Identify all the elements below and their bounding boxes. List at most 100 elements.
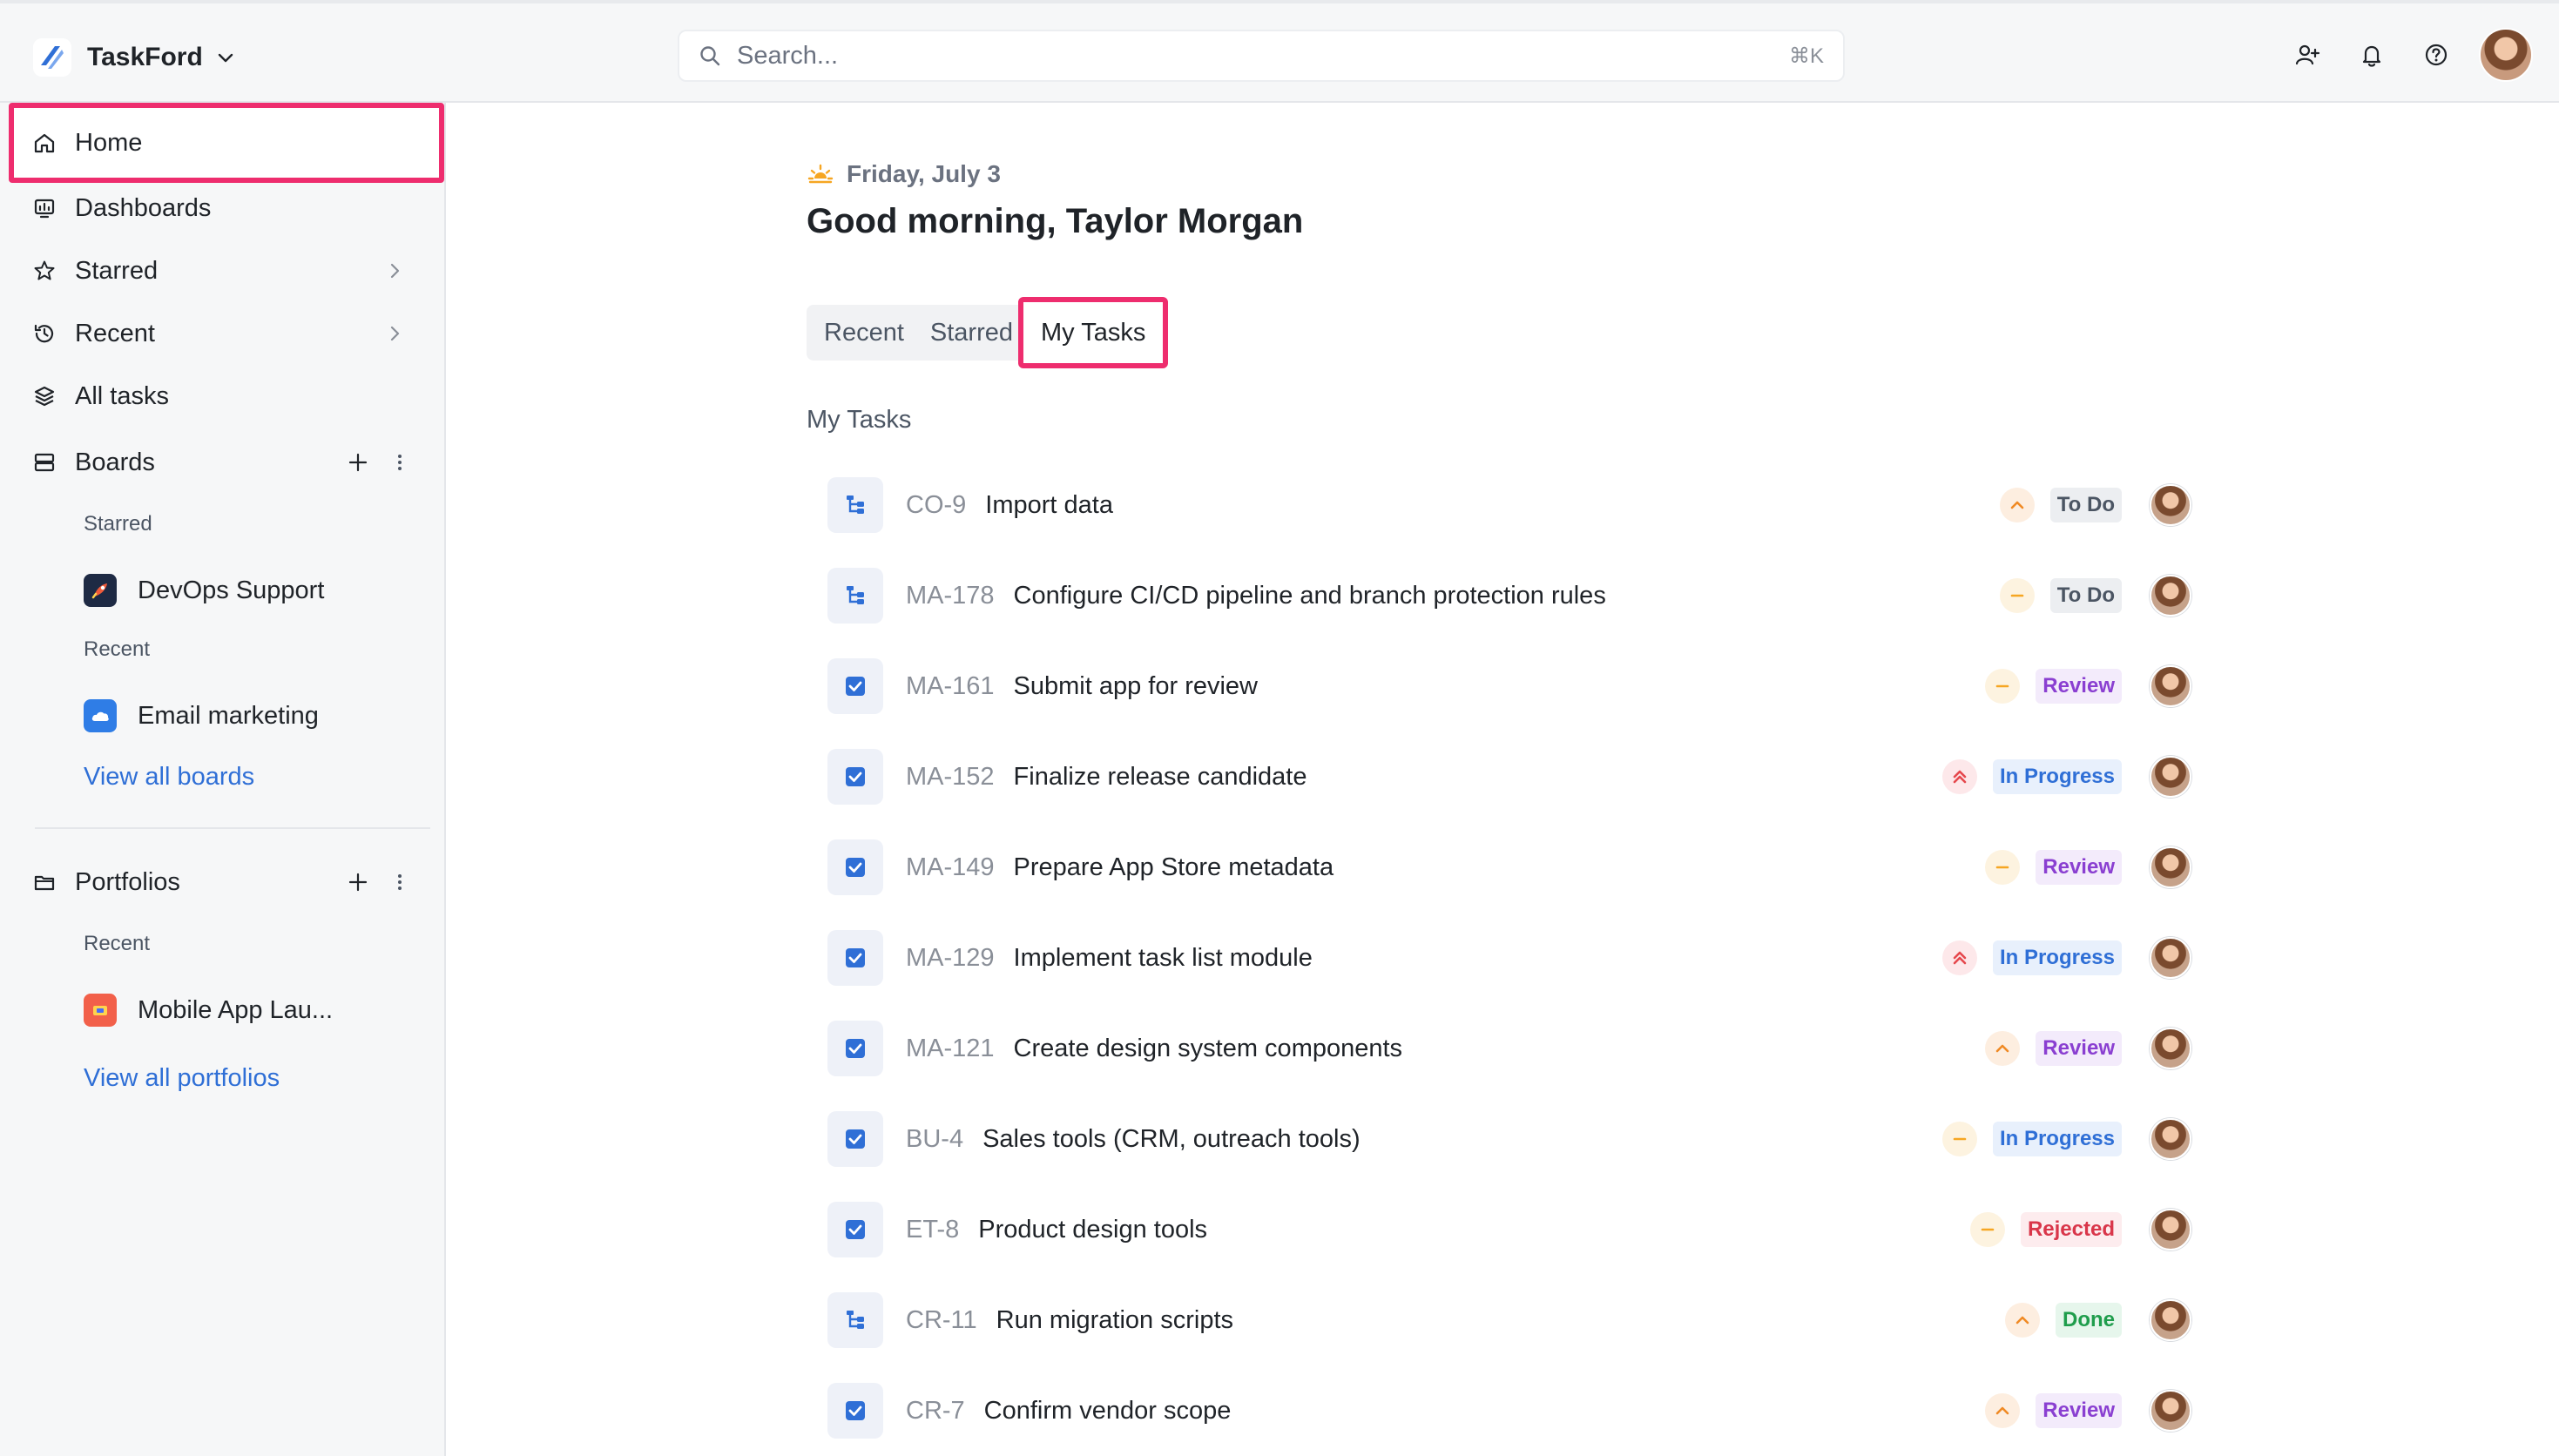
- bell-icon[interactable]: [2350, 33, 2394, 77]
- sidebar-item-home[interactable]: Home: [9, 103, 444, 183]
- assignee-avatar[interactable]: [2150, 575, 2191, 617]
- sidebar-divider: [35, 827, 430, 829]
- status-badge[interactable]: Review: [2036, 1393, 2122, 1428]
- current-date: Friday, July 3: [847, 160, 1001, 187]
- task-title[interactable]: Import data: [985, 491, 1113, 520]
- history-icon: [30, 319, 59, 348]
- task-row[interactable]: MA-129 Implement task list module In Progr…: [807, 923, 2191, 993]
- home-icon: [30, 128, 59, 158]
- sidebar-item-starred[interactable]: Starred: [12, 242, 439, 300]
- board-item-email-marketing[interactable]: Email marketing: [84, 694, 319, 738]
- task-key[interactable]: MA-121: [906, 1035, 995, 1063]
- task-title[interactable]: Create design system components: [1014, 1035, 1403, 1063]
- assignee-avatar[interactable]: [2150, 846, 2191, 888]
- task-meta: Review: [1985, 651, 2122, 721]
- date-row: Friday, July 3: [807, 157, 1001, 192]
- assignee-avatar[interactable]: [2150, 665, 2191, 707]
- task-key[interactable]: CR-7: [906, 1397, 965, 1426]
- task-title[interactable]: Run migration scripts: [996, 1306, 1233, 1335]
- task-key[interactable]: MA-178: [906, 582, 995, 610]
- tab-recent[interactable]: Recent: [824, 319, 904, 347]
- plus-icon[interactable]: [347, 871, 369, 893]
- subtask-icon: [827, 1292, 883, 1348]
- task-row[interactable]: MA-152 Finalize release candidate In Progr…: [807, 742, 2191, 812]
- search-input[interactable]: [737, 41, 1789, 71]
- status-badge[interactable]: Review: [2036, 850, 2122, 885]
- priority-highest-icon: [1941, 940, 1977, 975]
- status-badge[interactable]: In Progress: [1992, 940, 2122, 975]
- tab-starred[interactable]: Starred: [930, 319, 1013, 347]
- task-title[interactable]: Submit app for review: [1014, 672, 1258, 701]
- task-key[interactable]: CR-11: [906, 1306, 977, 1335]
- taskford-logo-icon: [33, 38, 71, 77]
- status-badge[interactable]: Review: [2036, 669, 2122, 704]
- task-title[interactable]: Sales tools (CRM, outreach tools): [982, 1125, 1361, 1154]
- task-key[interactable]: MA-149: [906, 853, 995, 882]
- task-title[interactable]: Product design tools: [978, 1216, 1207, 1244]
- task-row[interactable]: CO-9 Import data To Do: [807, 470, 2191, 540]
- sidebar-item-boards[interactable]: Boards: [12, 434, 439, 491]
- sidebar-item-dashboards[interactable]: Dashboards: [12, 179, 439, 237]
- tab-my-tasks[interactable]: My Tasks: [1018, 297, 1169, 368]
- portfolio-label: Mobile App Lau...: [138, 995, 334, 1024]
- status-badge[interactable]: In Progress: [1992, 1122, 2122, 1156]
- more-vertical-icon[interactable]: [395, 871, 404, 893]
- task-row[interactable]: MA-149 Prepare App Store metadata Review: [807, 832, 2191, 902]
- help-icon[interactable]: [2414, 33, 2458, 77]
- assignee-avatar[interactable]: [2150, 937, 2191, 979]
- more-vertical-icon[interactable]: [395, 451, 404, 474]
- task-key[interactable]: BU-4: [906, 1125, 963, 1154]
- search-bar[interactable]: ⌘K: [678, 30, 1845, 82]
- task-title[interactable]: Implement task list module: [1014, 944, 1313, 973]
- assignee-avatar[interactable]: [2150, 1028, 2191, 1069]
- task-key[interactable]: MA-129: [906, 944, 995, 973]
- task-row[interactable]: MA-161 Submit app for review Review: [807, 651, 2191, 721]
- view-all-portfolios-link[interactable]: View all portfolios: [84, 1064, 280, 1093]
- subtask-icon: [827, 568, 883, 624]
- assignee-avatar[interactable]: [2150, 1118, 2191, 1160]
- priority-medium-icon: [1985, 669, 2021, 704]
- assignee-avatar[interactable]: [2150, 756, 2191, 798]
- assignee-avatar[interactable]: [2150, 1299, 2191, 1341]
- task-title[interactable]: Finalize release candidate: [1014, 763, 1307, 792]
- add-user-icon[interactable]: [2286, 33, 2329, 77]
- workspace-switcher[interactable]: TaskFord: [33, 33, 236, 82]
- portfolio-actions: [347, 853, 404, 911]
- view-all-boards-link[interactable]: View all boards: [84, 763, 254, 792]
- top-actions: [2286, 26, 2559, 84]
- plus-icon[interactable]: [347, 451, 369, 474]
- task-key[interactable]: MA-152: [906, 763, 995, 792]
- priority-medium-icon: [1941, 1122, 1977, 1156]
- workspace-name: TaskFord: [87, 43, 203, 71]
- assignee-avatar[interactable]: [2150, 484, 2191, 526]
- board-item-devops-support[interactable]: DevOps Support: [84, 569, 324, 612]
- status-badge[interactable]: Done: [2056, 1303, 2122, 1338]
- sidebar-item-recent[interactable]: Recent: [12, 305, 439, 362]
- task-row[interactable]: CR-7 Confirm vendor scope Review: [807, 1376, 2191, 1446]
- task-row[interactable]: MA-121 Create design system components Rev…: [807, 1014, 2191, 1083]
- task-title[interactable]: Prepare App Store metadata: [1014, 853, 1334, 882]
- task-key[interactable]: CO-9: [906, 491, 966, 520]
- task-title[interactable]: Confirm vendor scope: [984, 1397, 1232, 1426]
- status-badge[interactable]: Review: [2036, 1031, 2122, 1066]
- status-badge[interactable]: To Do: [2049, 578, 2122, 613]
- task-title[interactable]: Configure CI/CD pipeline and branch prot…: [1014, 582, 1606, 610]
- sidebar-item-all-tasks[interactable]: All tasks: [12, 367, 439, 425]
- status-badge[interactable]: Rejected: [2020, 1212, 2122, 1247]
- task-row[interactable]: MA-178 Configure CI/CD pipeline and branc…: [807, 561, 2191, 630]
- task-row[interactable]: CR-11 Run migration scripts Done: [807, 1285, 2191, 1355]
- chevron-right-icon: [385, 242, 404, 300]
- task-row[interactable]: BU-4 Sales tools (CRM, outreach tools) In …: [807, 1104, 2191, 1174]
- sidebar-item-portfolios[interactable]: Portfolios: [12, 853, 439, 911]
- task-row[interactable]: ET-8 Product design tools Rejected: [807, 1195, 2191, 1264]
- task-key[interactable]: ET-8: [906, 1216, 959, 1244]
- task-meta: Done: [2005, 1285, 2122, 1355]
- portfolio-item-mobile-app-launch[interactable]: Mobile App Lau...: [84, 988, 333, 1032]
- status-badge[interactable]: In Progress: [1992, 759, 2122, 794]
- cloud-icon: [84, 699, 117, 732]
- user-avatar[interactable]: [2479, 28, 2533, 82]
- status-badge[interactable]: To Do: [2049, 488, 2122, 522]
- task-key[interactable]: MA-161: [906, 672, 995, 701]
- assignee-avatar[interactable]: [2150, 1209, 2191, 1250]
- assignee-avatar[interactable]: [2150, 1390, 2191, 1432]
